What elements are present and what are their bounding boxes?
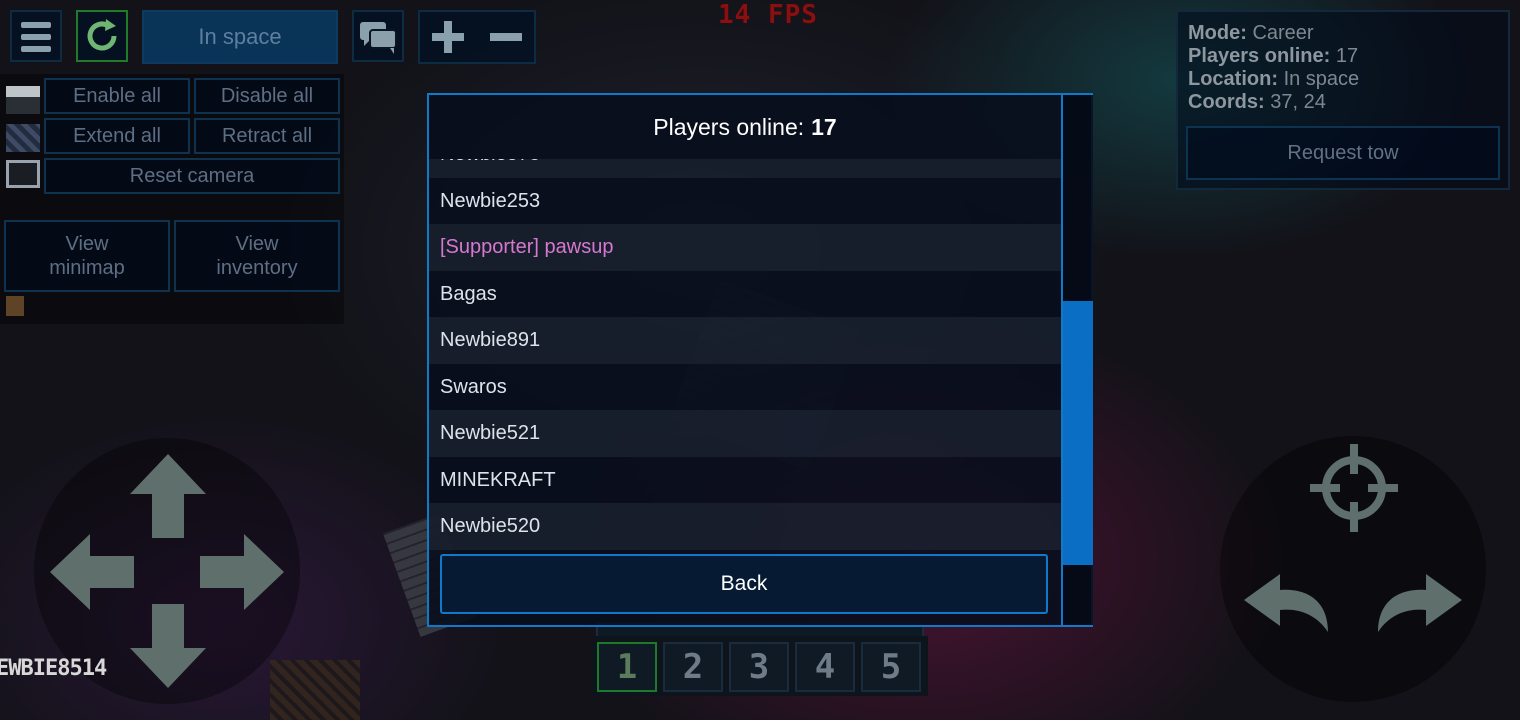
hotbar-slot-1[interactable]: 1 (597, 642, 657, 692)
mode-line: Mode: Career (1188, 22, 1314, 45)
ship-name-tag: EWBIE8514 (0, 656, 107, 681)
player-list[interactable]: Newbie578Newbie253[Supporter] pawsupBaga… (429, 159, 1061, 613)
hotbar-slot-3[interactable]: 3 (729, 642, 789, 692)
coords-value: 37, 24 (1270, 91, 1326, 113)
location-label: Location: (1188, 68, 1278, 90)
chat-button[interactable] (352, 10, 404, 62)
status-button[interactable]: In space (142, 10, 338, 64)
location-value: In space (1283, 68, 1360, 90)
disable-all-button[interactable]: Disable all (194, 78, 340, 114)
zoom-out-icon[interactable] (486, 17, 526, 57)
scrollbar-thumb[interactable] (1063, 301, 1093, 565)
engine-icon (6, 86, 40, 114)
arrow-down-icon[interactable] (128, 600, 208, 690)
arrow-left-icon[interactable] (48, 532, 138, 612)
mode-value: Career (1252, 22, 1314, 44)
rotate-right-icon[interactable] (1366, 560, 1466, 640)
view-inventory-button[interactable]: View inventory (174, 220, 340, 292)
coords-label: Coords: (1188, 91, 1265, 113)
back-button[interactable]: Back (440, 554, 1048, 614)
refresh-button[interactable] (76, 10, 128, 62)
camera-icon (6, 160, 40, 188)
player-list-item[interactable]: Bagas (429, 271, 1061, 318)
dialog-title: Players online: 17 (429, 95, 1061, 159)
zoom-controls (418, 10, 536, 64)
reset-camera-button[interactable]: Reset camera (44, 158, 340, 194)
cargo-icon (6, 296, 24, 316)
player-list-item[interactable]: Newbie578 (429, 159, 1061, 178)
player-list-item[interactable]: [Supporter] pawsup (429, 224, 1061, 271)
scrollbar-track[interactable] (1061, 95, 1093, 625)
zoom-in-icon[interactable] (428, 17, 468, 57)
players-label: Players online: (1188, 45, 1331, 67)
hotbar-slot-4[interactable]: 4 (795, 642, 855, 692)
view-minimap-button[interactable]: View minimap (4, 220, 170, 292)
players-value: 17 (1335, 45, 1359, 67)
arrow-right-icon[interactable] (196, 532, 286, 612)
mode-label: Mode: (1188, 22, 1247, 44)
dialog-title-count: 17 (811, 113, 837, 140)
player-list-item[interactable]: Newbie253 (429, 178, 1061, 225)
retract-all-button[interactable]: Retract all (194, 118, 340, 154)
players-line: Players online: 17 (1188, 45, 1358, 68)
dialog-title-label: Players online: (653, 113, 805, 140)
player-list-item[interactable]: Newbie521 (429, 410, 1061, 457)
players-online-dialog: Players online: 17 Newbie578Newbie253[Su… (427, 93, 1093, 627)
target-icon[interactable] (1306, 440, 1402, 536)
rotate-left-icon[interactable] (1240, 560, 1340, 640)
extend-all-button[interactable]: Extend all (44, 118, 190, 154)
location-line: Location: In space (1188, 68, 1359, 91)
player-list-item[interactable]: Newbie520 (429, 503, 1061, 550)
fps-counter: 14 FPS (718, 0, 818, 30)
hotbar-slot-5[interactable]: 5 (861, 642, 921, 692)
menu-button[interactable] (10, 10, 62, 62)
player-list-item[interactable]: Newbie891 (429, 317, 1061, 364)
arrow-up-icon[interactable] (128, 452, 208, 542)
enable-all-button[interactable]: Enable all (44, 78, 190, 114)
thruster-icon (6, 124, 40, 152)
player-list-item[interactable]: MINEKRAFT (429, 457, 1061, 504)
chat-icon (360, 22, 397, 54)
player-list-item[interactable]: Swaros (429, 364, 1061, 411)
background-ship-bottom-left (270, 660, 360, 720)
coords-line: Coords: 37, 24 (1188, 91, 1326, 114)
refresh-icon (87, 19, 117, 51)
request-tow-button[interactable]: Request tow (1186, 126, 1500, 180)
hotbar-slot-2[interactable]: 2 (663, 642, 723, 692)
